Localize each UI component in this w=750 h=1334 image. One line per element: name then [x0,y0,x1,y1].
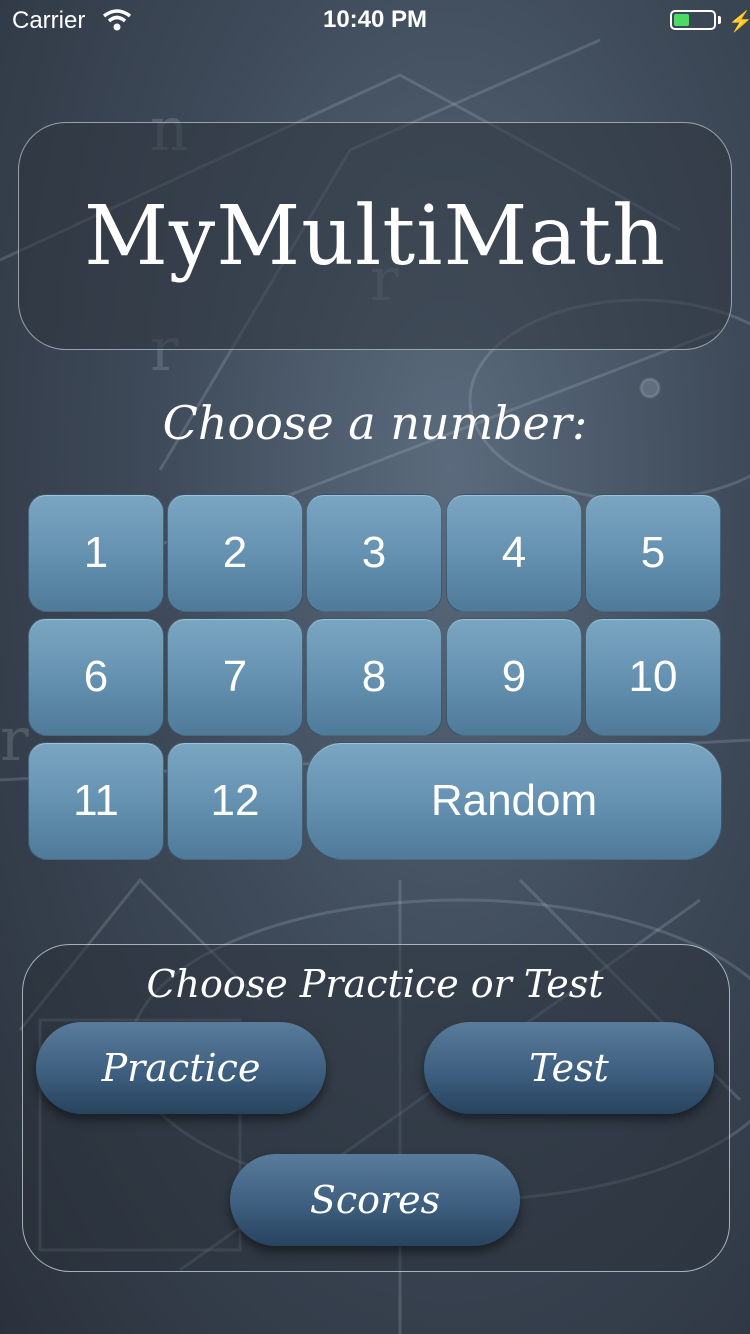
battery-level [674,14,690,26]
number-button-11[interactable]: 11 [28,742,164,860]
mode-label: Choose Practice or Test [146,962,604,1006]
number-button-6[interactable]: 6 [28,618,164,736]
title-panel: MyMultiMath [18,122,732,350]
number-button-8[interactable]: 8 [306,618,442,736]
random-button[interactable]: Random [306,742,722,860]
choose-number-label: Choose a number: [162,396,588,450]
svg-text:r: r [0,705,29,775]
number-button-7[interactable]: 7 [167,618,303,736]
number-button-9[interactable]: 9 [446,618,582,736]
scores-button[interactable]: Scores [230,1154,520,1246]
app-title: MyMultiMath [83,188,667,284]
battery-icon [670,10,716,30]
number-button-10[interactable]: 10 [585,618,721,736]
number-button-1[interactable]: 1 [28,494,164,612]
practice-button[interactable]: Practice [36,1022,326,1114]
status-time: 10:40 PM [322,6,428,33]
number-button-3[interactable]: 3 [306,494,442,612]
number-button-12[interactable]: 12 [167,742,303,860]
battery-cap [718,16,721,24]
charging-bolt-icon: ⚡ [728,11,750,33]
number-button-2[interactable]: 2 [167,494,303,612]
test-button[interactable]: Test [424,1022,714,1114]
number-button-5[interactable]: 5 [585,494,721,612]
number-button-4[interactable]: 4 [446,494,582,612]
status-bar: Carrier 10:40 PM ⚡ [0,0,750,40]
